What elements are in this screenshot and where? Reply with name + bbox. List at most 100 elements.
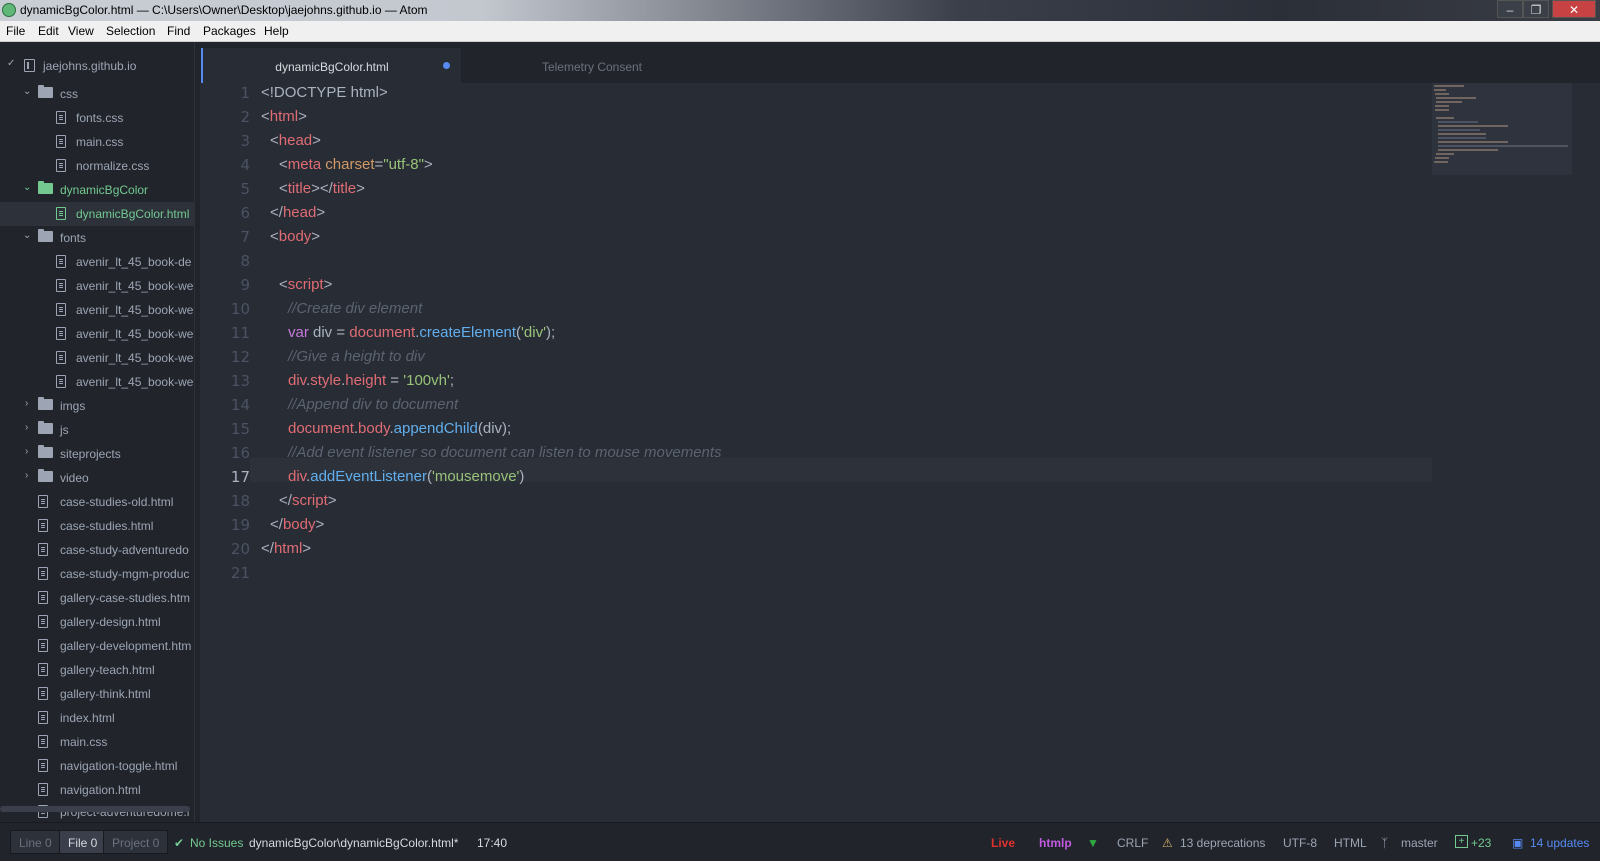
tree-folder-imgs[interactable]: › imgs bbox=[0, 394, 194, 418]
tree-file[interactable]: case-studies.html bbox=[0, 514, 194, 538]
tree-folder-js[interactable]: › js bbox=[0, 418, 194, 442]
tree-folder-siteprojects[interactable]: › siteprojects bbox=[0, 442, 194, 466]
minimap[interactable] bbox=[1432, 83, 1572, 175]
tree-file[interactable]: avenir_lt_45_book-we bbox=[0, 346, 194, 370]
tree-file[interactable]: gallery-think.html bbox=[0, 682, 194, 706]
file-icon bbox=[38, 519, 48, 532]
linter-tab-file[interactable]: File 0 bbox=[59, 830, 107, 854]
git-diff-count[interactable]: +23 bbox=[1471, 836, 1491, 850]
code-line-1[interactable]: <!DOCTYPE html> bbox=[261, 84, 388, 101]
code-line-5[interactable]: <title></title> bbox=[279, 180, 365, 197]
tree-file[interactable]: avenir_lt_45_book-we bbox=[0, 322, 194, 346]
tree-file[interactable]: gallery-case-studies.htm bbox=[0, 586, 194, 610]
code-line-7[interactable]: <body> bbox=[270, 228, 320, 245]
tree-root[interactable]: ✓ jaejohns.github.io bbox=[0, 54, 194, 78]
tree-folder-css[interactable]: ⌄ css bbox=[0, 82, 194, 106]
tree-file[interactable]: navigation.html bbox=[0, 778, 194, 802]
tree-file[interactable]: gallery-design.html bbox=[0, 610, 194, 634]
git-branch[interactable]: master bbox=[1401, 836, 1438, 850]
cursor-position[interactable]: 17:40 bbox=[477, 836, 507, 850]
file-icon bbox=[38, 663, 48, 676]
tree-file[interactable]: main.css bbox=[0, 730, 194, 754]
tree-file[interactable]: navigation-toggle.html bbox=[0, 754, 194, 778]
menu-edit[interactable]: Edit bbox=[38, 24, 59, 38]
tree-label: imgs bbox=[60, 399, 86, 413]
tree-file[interactable]: case-study-mgm-produc bbox=[0, 562, 194, 586]
linter-tab-line[interactable]: Line 0 bbox=[10, 830, 61, 854]
minimap-line bbox=[1438, 149, 1498, 151]
package-updates[interactable]: 14 updates bbox=[1530, 836, 1589, 850]
maximize-button[interactable]: ❐ bbox=[1523, 0, 1549, 18]
tree-label: gallery-design.html bbox=[60, 615, 161, 629]
folder-icon bbox=[38, 397, 53, 410]
code-line-9[interactable]: <script> bbox=[279, 276, 332, 293]
tree-file[interactable]: index.html bbox=[0, 706, 194, 730]
minimize-button[interactable]: – bbox=[1497, 0, 1523, 18]
code-line-20[interactable]: </html> bbox=[261, 540, 311, 557]
code-line-17[interactable]: div.addEventListener('mousemove') bbox=[288, 468, 524, 485]
code-line-16[interactable]: //Add event listener so document can lis… bbox=[288, 444, 722, 461]
linter-tab-project[interactable]: Project 0 bbox=[103, 830, 169, 854]
no-issues-label[interactable]: No Issues bbox=[190, 836, 243, 850]
line-number: 7 bbox=[240, 228, 250, 246]
code-line-13[interactable]: div.style.height = '100vh'; bbox=[288, 372, 454, 389]
panel-resize-handle[interactable] bbox=[194, 42, 195, 822]
menu-find[interactable]: Find bbox=[167, 24, 190, 38]
live-server-status[interactable]: Live bbox=[991, 836, 1015, 850]
close-button[interactable]: ✕ bbox=[1552, 0, 1596, 18]
tree-file[interactable]: case-studies-old.html bbox=[0, 490, 194, 514]
tab-dynamicbgcolor[interactable]: dynamicBgColor.html bbox=[201, 48, 461, 83]
tree-file[interactable]: normalize.css bbox=[0, 154, 194, 178]
horizontal-scrollbar[interactable] bbox=[0, 806, 190, 812]
code-line-12[interactable]: //Give a height to div bbox=[288, 348, 425, 365]
code-line-11[interactable]: var div = document.createElement('div'); bbox=[288, 324, 555, 341]
code-line-15[interactable]: document.body.appendChild(div); bbox=[288, 420, 511, 437]
code-line-14[interactable]: //Append div to document bbox=[288, 396, 458, 413]
menu-selection[interactable]: Selection bbox=[106, 24, 155, 38]
triangle-down-icon[interactable]: ▼ bbox=[1087, 836, 1099, 850]
minimap-line bbox=[1438, 141, 1508, 143]
code-line-10[interactable]: //Create div element bbox=[288, 300, 422, 317]
tree-file[interactable]: fonts.css bbox=[0, 106, 194, 130]
code-line-2[interactable]: <html> bbox=[261, 108, 307, 125]
code-line-18[interactable]: </script> bbox=[279, 492, 337, 509]
menu-file[interactable]: File bbox=[6, 24, 25, 38]
menu-view[interactable]: View bbox=[68, 24, 94, 38]
tree-folder-dynamic[interactable]: ⌄ dynamicBgColor bbox=[0, 178, 194, 202]
tree-file[interactable]: gallery-teach.html bbox=[0, 658, 194, 682]
minimap-line bbox=[1434, 161, 1448, 163]
grammar-selector[interactable]: HTML bbox=[1334, 836, 1367, 850]
line-number: 14 bbox=[230, 396, 250, 414]
tree-file[interactable]: avenir_lt_45_book-we bbox=[0, 370, 194, 394]
tree-file[interactable]: case-study-adventuredo bbox=[0, 538, 194, 562]
tree-file[interactable]: avenir_lt_45_book-de bbox=[0, 250, 194, 274]
tree-file[interactable]: gallery-development.htm bbox=[0, 634, 194, 658]
menu-packages[interactable]: Packages bbox=[203, 24, 256, 38]
editor-pane: dynamicBgColor.html Telemetry Consent 1 … bbox=[200, 42, 1600, 822]
tree-label: gallery-case-studies.htm bbox=[60, 591, 191, 605]
tree-file[interactable]: avenir_lt_45_book-we bbox=[0, 274, 194, 298]
tree-file-selected[interactable]: dynamicBgColor.html bbox=[0, 202, 194, 226]
line-ending[interactable]: CRLF bbox=[1117, 836, 1148, 850]
tab-telemetry-consent[interactable]: Telemetry Consent bbox=[462, 48, 722, 83]
tree-label: normalize.css bbox=[76, 159, 150, 173]
file-encoding[interactable]: UTF-8 bbox=[1283, 836, 1317, 850]
chevron-down-icon: ✓ bbox=[7, 58, 16, 69]
tree-folder-video[interactable]: › video bbox=[0, 466, 194, 490]
code-line-19[interactable]: </body> bbox=[270, 516, 324, 533]
file-icon bbox=[38, 543, 48, 556]
menu-help[interactable]: Help bbox=[264, 24, 289, 38]
tree-root-label: jaejohns.github.io bbox=[43, 59, 137, 73]
deprecations-count[interactable]: 13 deprecations bbox=[1180, 836, 1265, 850]
tree-folder-fonts[interactable]: ⌄ fonts bbox=[0, 226, 194, 250]
htmlp-preview-toggle[interactable]: htmlp bbox=[1039, 836, 1072, 850]
tree-file[interactable]: avenir_lt_45_book-we bbox=[0, 298, 194, 322]
tree-file[interactable]: main.css bbox=[0, 130, 194, 154]
code-line-4[interactable]: <meta charset="utf-8"> bbox=[279, 156, 433, 173]
code-line-3[interactable]: <head> bbox=[270, 132, 321, 149]
line-number: 20 bbox=[230, 540, 250, 558]
code-line-6[interactable]: </head> bbox=[270, 204, 325, 221]
line-number-current: 17 bbox=[230, 468, 250, 486]
file-path[interactable]: dynamicBgColor\dynamicBgColor.html* bbox=[249, 836, 458, 850]
line-number: 6 bbox=[240, 204, 250, 222]
